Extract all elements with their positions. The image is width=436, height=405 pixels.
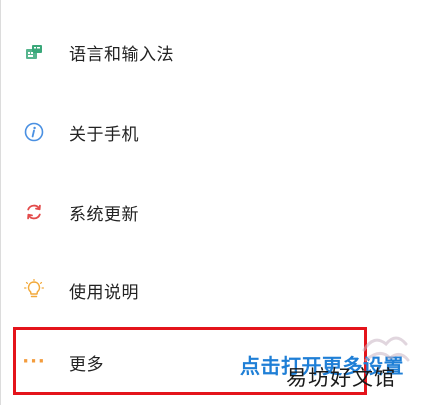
watermark-text: 易坊好文馆 <box>286 366 396 390</box>
settings-item-about-phone[interactable]: 关于手机 <box>0 104 436 160</box>
settings-item-label: 语言和输入法 <box>69 44 174 65</box>
lightbulb-icon <box>24 279 44 300</box>
refresh-icon <box>24 202 44 222</box>
settings-item-label: 关于手机 <box>69 124 139 145</box>
settings-item-user-guide[interactable]: 使用说明 <box>0 262 436 318</box>
settings-item-system-update[interactable]: 系统更新 <box>0 184 436 240</box>
settings-item-label: 系统更新 <box>69 204 139 225</box>
settings-item-label: 使用说明 <box>69 282 139 303</box>
info-icon <box>24 122 44 142</box>
language-keyboard-icon <box>24 42 44 62</box>
settings-item-language-input[interactable]: 语言和输入法 <box>0 24 436 80</box>
